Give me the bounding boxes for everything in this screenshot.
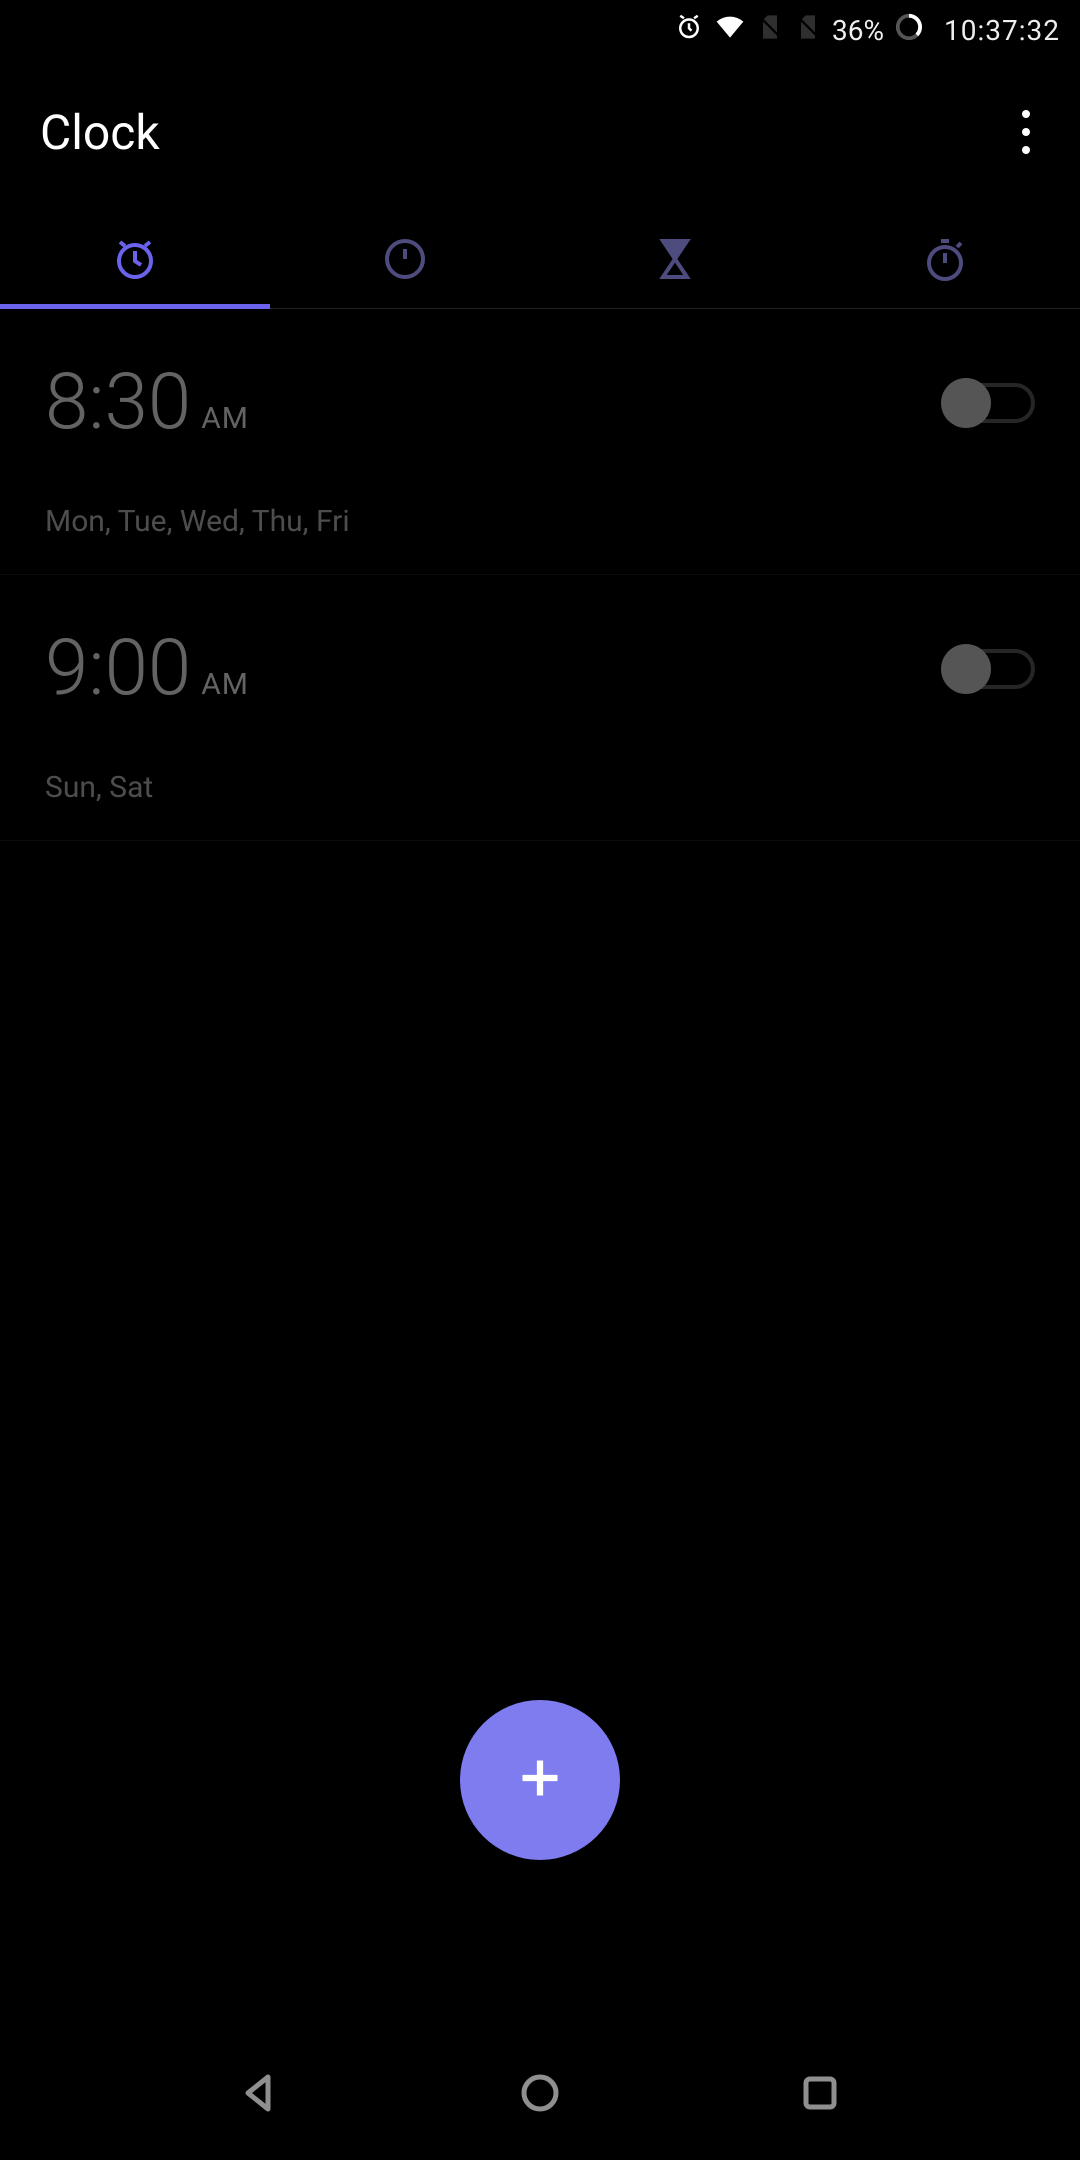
sim-disabled-icon-2 [794,13,822,48]
tab-clock[interactable] [270,214,540,308]
alarm-time: 8:30 AM [45,364,249,442]
status-bar: 36% 10:37:32 [0,0,1080,60]
nav-home-button[interactable] [510,2065,570,2125]
tab-bar [0,214,1080,309]
home-icon [516,2069,564,2121]
tab-alarm[interactable] [0,214,270,308]
alarm-ampm: AM [201,404,249,434]
alarm-toggle[interactable] [947,383,1035,423]
status-time: 10:37:32 [944,14,1060,47]
status-icons: 36% [674,11,924,50]
tab-timer[interactable] [540,214,810,308]
alarm-time-value: 9:00 [45,630,191,708]
battery-ring-icon [894,12,924,49]
alarm-days: Mon, Tue, Wed, Thu, Fri [45,504,1035,539]
nav-back-button[interactable] [230,2065,290,2125]
page-title: Clock [40,104,160,161]
wifi-icon [714,11,746,50]
clock-icon [381,235,429,287]
stopwatch-icon [921,235,969,287]
alarm-toggle[interactable] [947,649,1035,689]
alarm-list: 8:30 AM Mon, Tue, Wed, Thu, Fri 9:00 AM … [0,309,1080,841]
alarm-row[interactable]: 8:30 AM Mon, Tue, Wed, Thu, Fri [0,309,1080,575]
alarm-ampm: AM [201,670,249,700]
overflow-menu-button[interactable] [1012,100,1040,164]
hourglass-icon [651,235,699,287]
alarm-time-value: 8:30 [45,364,191,442]
battery-pct-text: 36% [832,14,884,47]
tab-stopwatch[interactable] [810,214,1080,308]
toggle-knob [941,378,991,428]
add-alarm-button[interactable] [460,1700,620,1860]
back-icon [236,2069,284,2121]
alarm-icon [111,235,159,287]
toggle-knob [941,644,991,694]
system-nav-bar [0,2030,1080,2160]
recents-icon [796,2069,844,2121]
nav-recents-button[interactable] [790,2065,850,2125]
sim-disabled-icon [756,13,784,48]
alarm-status-icon [674,12,704,49]
plus-icon [510,1748,570,1812]
app-header: Clock [0,60,1080,214]
alarm-row[interactable]: 9:00 AM Sun, Sat [0,575,1080,841]
alarm-days: Sun, Sat [45,770,1035,805]
alarm-time: 9:00 AM [45,630,249,708]
